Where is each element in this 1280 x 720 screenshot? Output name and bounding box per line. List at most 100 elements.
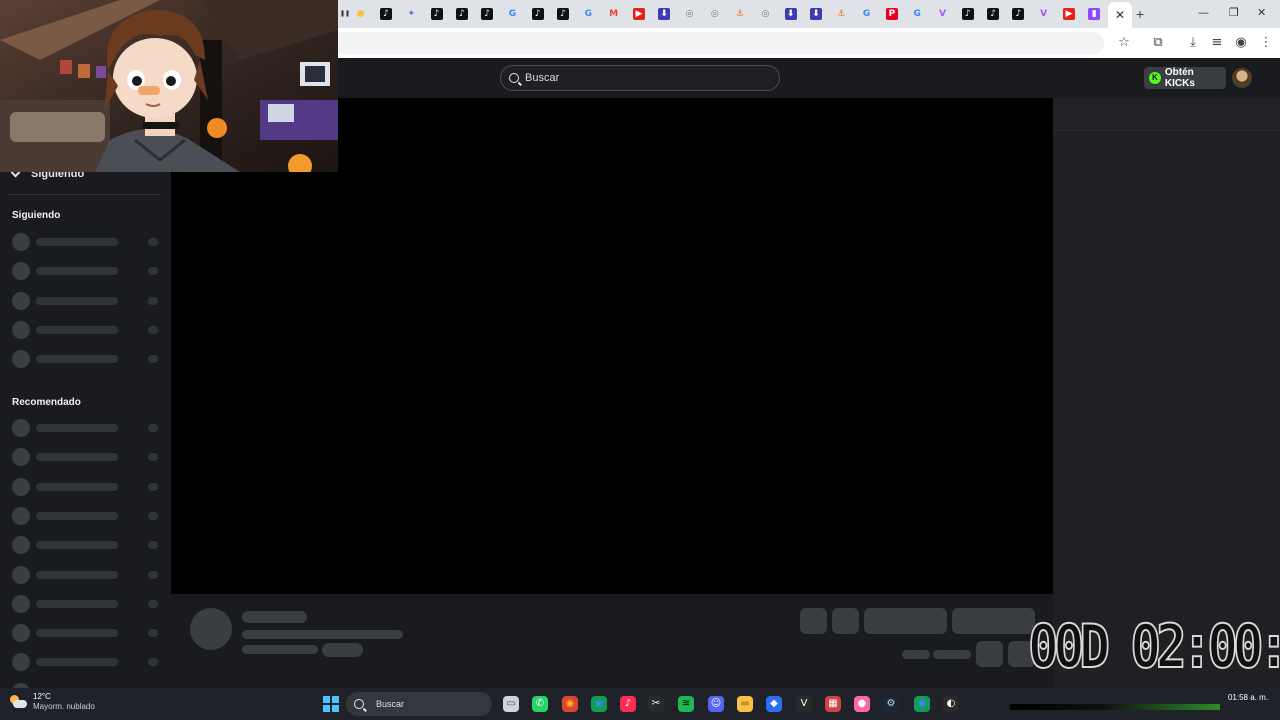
channel-skeleton-row[interactable] xyxy=(12,624,162,643)
kicks-coin-icon: K xyxy=(1149,72,1161,84)
browser-tab[interactable]: ⚓ xyxy=(727,0,752,28)
tiktok-app-icon[interactable]: ♪ xyxy=(620,696,636,712)
globe-tab-icon: ◎ xyxy=(761,9,770,19)
channel-skeleton-row[interactable] xyxy=(12,477,162,496)
bookmark-star-icon[interactable]: ☆ xyxy=(1116,35,1132,50)
folder-icon[interactable]: ▬ xyxy=(737,696,753,712)
share-button-skeleton xyxy=(976,641,1003,667)
channel-skeleton-row[interactable] xyxy=(12,506,162,525)
browser-tab[interactable]: ⬇ xyxy=(803,0,828,28)
browser-tab[interactable]: M xyxy=(601,0,626,28)
google-tab-icon: G xyxy=(584,9,592,19)
user-avatar[interactable] xyxy=(1232,68,1252,88)
browser-tab[interactable]: G xyxy=(576,0,601,28)
chrome-icon[interactable]: ◉ xyxy=(914,696,930,712)
browser-tab[interactable]: ♪ xyxy=(449,0,474,28)
browser-tab[interactable]: ▮ xyxy=(1082,0,1107,28)
stream-timer-overlay: 00D 02:00:00 xyxy=(1027,611,1280,683)
channel-skeleton-row[interactable] xyxy=(12,350,162,369)
browser-tab[interactable]: ♪ xyxy=(980,0,1005,28)
osu-icon[interactable]: ● xyxy=(854,696,870,712)
weather-widget[interactable]: 12°C Mayorm. nublado xyxy=(10,692,95,712)
browser-tab[interactable]: ♪ xyxy=(525,0,550,28)
capcut-icon[interactable]: ✂ xyxy=(648,696,664,712)
app-grid-icon[interactable]: ▦ xyxy=(825,696,841,712)
channel-avatar-skeleton xyxy=(12,565,30,584)
video-player[interactable] xyxy=(171,98,1053,594)
restore-button[interactable]: ❐ xyxy=(1229,6,1239,19)
viewer-dot-skeleton xyxy=(148,511,158,520)
whatsapp-icon[interactable]: ✆ xyxy=(532,696,548,712)
channel-avatar-skeleton xyxy=(12,477,30,496)
browser-tab[interactable]: P xyxy=(879,0,904,28)
vercel-tab-icon: V xyxy=(1040,9,1048,19)
taskbar-search[interactable]: Buscar xyxy=(346,692,492,716)
channel-skeleton-row[interactable] xyxy=(12,653,162,672)
channel-skeleton-row[interactable] xyxy=(12,262,162,281)
extensions-icon[interactable]: ⧉ xyxy=(1150,35,1166,50)
close-tab-icon[interactable]: ✕ xyxy=(1115,8,1125,22)
steam-icon[interactable]: ⚙ xyxy=(883,696,899,712)
windows-start-icon[interactable] xyxy=(323,696,339,712)
browser-tab[interactable]: ✦ xyxy=(399,0,424,28)
channel-skeleton-row[interactable] xyxy=(12,419,162,437)
action-button-skeleton xyxy=(800,608,827,634)
channel-avatar-skeleton xyxy=(12,262,30,281)
valorant-icon[interactable]: V xyxy=(796,696,812,712)
browser-tab[interactable]: ◎ xyxy=(702,0,727,28)
browser-tab[interactable]: ◎ xyxy=(677,0,702,28)
browser-tab[interactable]: ♪ xyxy=(1006,0,1031,28)
active-tab[interactable]: ✕ xyxy=(1108,2,1132,28)
browser-tab[interactable]: ♪ xyxy=(955,0,980,28)
channel-avatar-skeleton xyxy=(12,320,30,339)
browser-tab[interactable]: ⚓ xyxy=(829,0,854,28)
media-control-icon[interactable]: ≡ xyxy=(1209,35,1225,50)
browser-tab[interactable]: ▶ xyxy=(1056,0,1081,28)
browser-tab[interactable]: ⬇ xyxy=(652,0,677,28)
menu-dots-icon[interactable]: ⋮ xyxy=(1258,35,1274,50)
obs-icon[interactable]: ◐ xyxy=(943,696,959,712)
address-bar[interactable] xyxy=(330,32,1104,54)
system-clock[interactable]: 01:58 a. m. xyxy=(1218,693,1268,703)
discord-icon[interactable]: ☺ xyxy=(708,696,724,712)
profile-icon[interactable]: ◉ xyxy=(1233,35,1249,50)
channel-name-skeleton xyxy=(36,267,118,276)
partly-cloudy-icon xyxy=(10,695,28,709)
close-window-button[interactable]: ✕ xyxy=(1257,6,1266,19)
sidebar-divider xyxy=(8,194,161,195)
browser-tab[interactable]: G xyxy=(905,0,930,28)
file-icon[interactable]: ▭ xyxy=(503,696,519,712)
channel-name-skeleton xyxy=(36,570,118,579)
get-kicks-button[interactable]: K Obtén KICKs xyxy=(1144,67,1226,89)
minimize-button[interactable]: — xyxy=(1198,6,1209,19)
chat-header xyxy=(1053,98,1280,131)
browser-tab[interactable]: ◎ xyxy=(753,0,778,28)
browser-tab[interactable]: ❚❚ xyxy=(338,0,350,28)
search-input[interactable]: Buscar xyxy=(500,65,780,91)
app-blue-icon[interactable]: ◆ xyxy=(766,696,782,712)
chrome-icon[interactable]: ◉ xyxy=(591,696,607,712)
browser-tab[interactable]: G xyxy=(500,0,525,28)
tab-list: ❚❚ ● ♪ ✦ ♪ ♪ ♪ G ♪ ♪ G M ▶ ⬇ ◎ ◎ ⚓ ◎ ⬇ ⬇ ⚓ G P G V ♪ ♪ ♪ V ▶ ▮ xyxy=(338,0,1107,28)
download-icon[interactable]: ⤓ xyxy=(1185,35,1201,50)
new-tab-button[interactable]: + xyxy=(1136,6,1144,22)
browser-tab[interactable]: V xyxy=(1031,0,1056,28)
browser-tab[interactable]: ⬇ xyxy=(778,0,803,28)
browser-tab[interactable]: ▶ xyxy=(626,0,651,28)
channel-skeleton-row[interactable] xyxy=(12,565,162,584)
channel-skeleton-row[interactable] xyxy=(12,536,162,555)
channel-skeleton-row[interactable] xyxy=(12,291,162,310)
browser-tab[interactable]: ● xyxy=(348,0,373,28)
spotify-icon[interactable]: ≋ xyxy=(678,696,694,712)
browser-tab[interactable]: ♪ xyxy=(424,0,449,28)
browser-tab[interactable]: G xyxy=(854,0,879,28)
channel-skeleton-row[interactable] xyxy=(12,448,162,467)
channel-skeleton-row[interactable] xyxy=(12,594,162,613)
browser-tab[interactable]: ♪ xyxy=(474,0,499,28)
browser-tab[interactable]: ♪ xyxy=(550,0,575,28)
browser-tab[interactable]: ♪ xyxy=(373,0,398,28)
channel-skeleton-row[interactable] xyxy=(12,320,162,339)
chrome-icon[interactable]: ◉ xyxy=(562,696,578,712)
channel-skeleton-row[interactable] xyxy=(12,233,162,251)
browser-tab[interactable]: V xyxy=(930,0,955,28)
